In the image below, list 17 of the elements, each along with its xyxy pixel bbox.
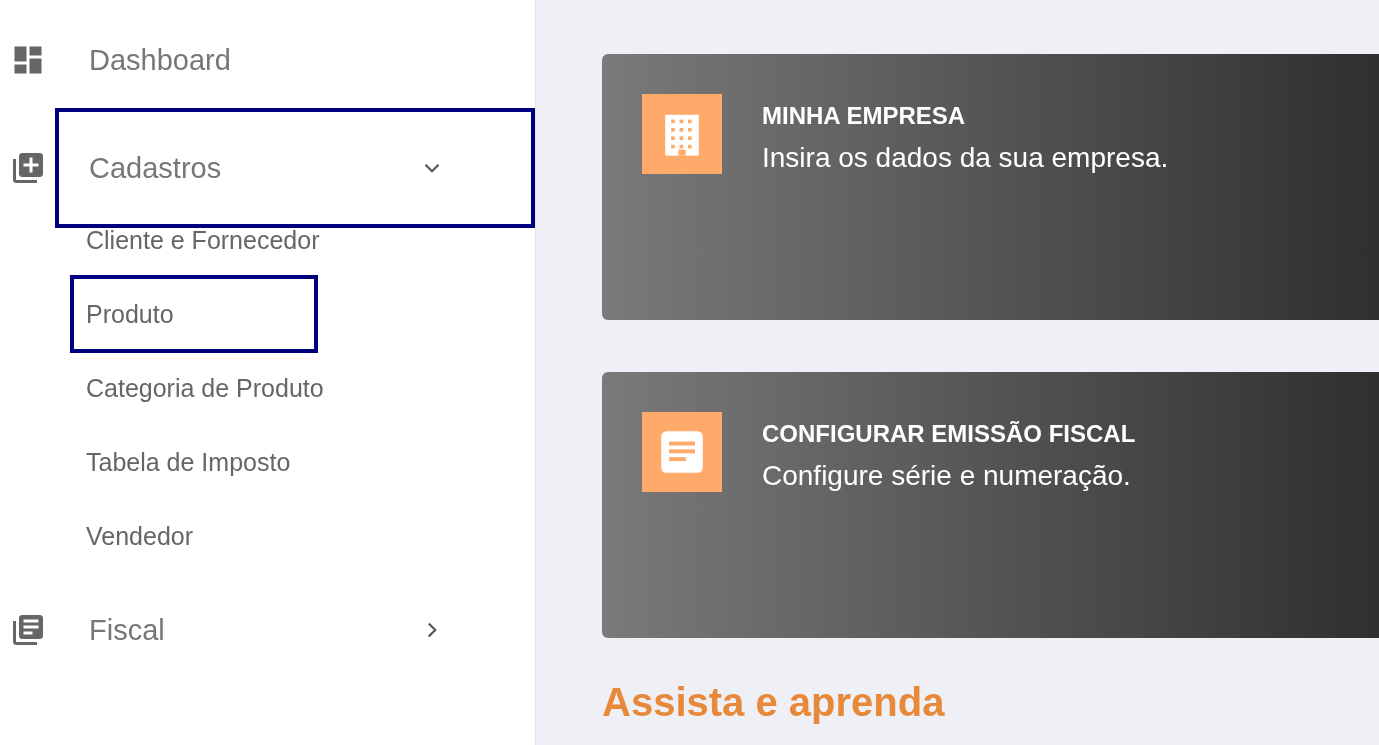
- nav-item[interactable]: Cadastros: [55, 108, 535, 228]
- shortcut-card[interactable]: MINHA EMPRESA Insira os dados da sua empresa.: [602, 54, 1379, 320]
- building-icon: [642, 94, 722, 174]
- submenu-item[interactable]: Categoria de Produto: [70, 364, 340, 412]
- section-heading: Assista e aprenda: [602, 680, 946, 725]
- card-description: Configure série e numeração.: [762, 460, 1132, 492]
- submenu-item[interactable]: Produto: [70, 275, 318, 353]
- add-library-icon: [10, 150, 46, 186]
- document-icon: [642, 412, 722, 492]
- card-description: Insira os dados da sua empresa.: [762, 142, 1169, 174]
- submenu-item[interactable]: Vendedor: [70, 512, 210, 560]
- nav-item[interactable]: Fiscal: [55, 570, 535, 690]
- submenu-item[interactable]: Tabela de Imposto: [70, 438, 307, 486]
- card-title: MINHA EMPRESA: [762, 102, 967, 130]
- shortcut-card[interactable]: CONFIGURAR EMISSÃO FISCAL Configure série e numeração.: [602, 372, 1379, 638]
- library-books-icon: [10, 612, 46, 648]
- card-title: CONFIGURAR EMISSÃO FISCAL: [762, 420, 1136, 448]
